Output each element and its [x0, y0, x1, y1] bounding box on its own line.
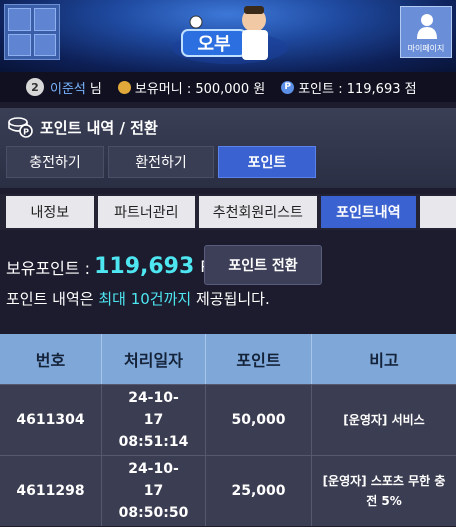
points-note: 포인트 내역은 최대 10건까지 제공됩니다. — [6, 288, 270, 309]
convert-points-button[interactable]: 포인트 전환 — [204, 245, 322, 285]
section-title-text: 포인트 내역 / 전환 — [40, 118, 158, 137]
cell-date: 24-10- 17 08:51:14 — [102, 385, 206, 455]
tab-deposit[interactable]: 충전하기 — [6, 146, 104, 178]
subtab-partner[interactable]: 파트너관리 — [97, 196, 196, 228]
menu-grid-button[interactable] — [4, 4, 60, 60]
site-logo[interactable]: 오부 — [170, 0, 290, 66]
col-point: 포인트 — [206, 334, 312, 384]
col-memo: 비고 — [369, 351, 399, 370]
user-info-bar: 2 이준석 님 보유머니 : 500,000 원 P 포인트 : 119,693… — [0, 72, 456, 102]
cell-memo: [운영자] 스포츠 무한 충전 5% — [322, 474, 446, 508]
col-number: 번호 — [0, 334, 102, 384]
point-text: 포인트 : 119,693 점 — [298, 81, 417, 97]
subtab-point-history[interactable]: 포인트내역 — [320, 196, 417, 228]
header: 오부 마이페이지 — [0, 0, 456, 72]
coin-icon — [117, 80, 131, 94]
level-badge: 2 — [26, 78, 44, 96]
main-tabs: 충전하기 환전하기 포인트 — [6, 146, 316, 178]
cell-memo: [운영자] 서비스 — [343, 413, 425, 427]
points-value: 119,693 — [94, 254, 195, 279]
cell-date: 24-10- 17 08:50:50 — [102, 456, 206, 526]
tab-withdraw[interactable]: 환전하기 — [108, 146, 214, 178]
cell-number: 4611304 — [0, 385, 102, 455]
table-row: 4611304 24-10- 17 08:51:14 50,000 [운영자] … — [0, 384, 456, 455]
cell-point: 25,000 — [206, 456, 312, 526]
mypage-button[interactable]: 마이페이지 — [400, 6, 452, 58]
user-name: 이준석 — [50, 81, 86, 97]
coins-icon: P — [8, 117, 33, 138]
note-prefix: 포인트 내역은 — [6, 290, 99, 308]
point-icon: P — [281, 80, 295, 94]
subtab-referral[interactable]: 추천회원리스트 — [199, 196, 317, 228]
note-highlight: 최대 10건까지 — [98, 290, 192, 308]
point-history-table: 번호 처리일자 포인트 비고 4611304 24-10- 17 08:51:1… — [0, 334, 456, 526]
points-row: 보유포인트 : 119,693 P — [6, 254, 210, 279]
user-honorific: 님 — [89, 81, 102, 97]
points-panel: 보유포인트 : 119,693 P 포인트 전환 포인트 내역은 최대 10건까… — [0, 236, 456, 334]
note-suffix: 제공됩니다. — [191, 290, 270, 308]
money-text: 보유머니 : 500,000 원 — [134, 81, 266, 97]
points-label: 보유포인트 : — [6, 258, 91, 278]
col-date: 처리일자 — [102, 334, 206, 384]
table-row: 4611298 24-10- 17 08:50:50 25,000 [운영자] … — [0, 455, 456, 526]
mypage-label: 마이페이지 — [407, 44, 445, 53]
table-header: 번호 처리일자 포인트 비고 — [0, 334, 456, 384]
subtab-myinfo[interactable]: 내정보 — [6, 196, 94, 228]
section-title: P 포인트 내역 / 전환 — [8, 116, 158, 138]
subtab-more[interactable] — [420, 196, 456, 228]
cell-number: 4611298 — [0, 456, 102, 526]
sub-tabs: 내정보 파트너관리 추천회원리스트 포인트내역 — [0, 194, 456, 230]
svg-text:P: P — [23, 128, 29, 137]
cell-point: 50,000 — [206, 385, 312, 455]
user-icon — [417, 14, 437, 39]
point-section-header: P 포인트 내역 / 전환 충전하기 환전하기 포인트 — [0, 108, 456, 188]
tab-point[interactable]: 포인트 — [218, 146, 316, 178]
svg-text:오부: 오부 — [197, 34, 230, 55]
